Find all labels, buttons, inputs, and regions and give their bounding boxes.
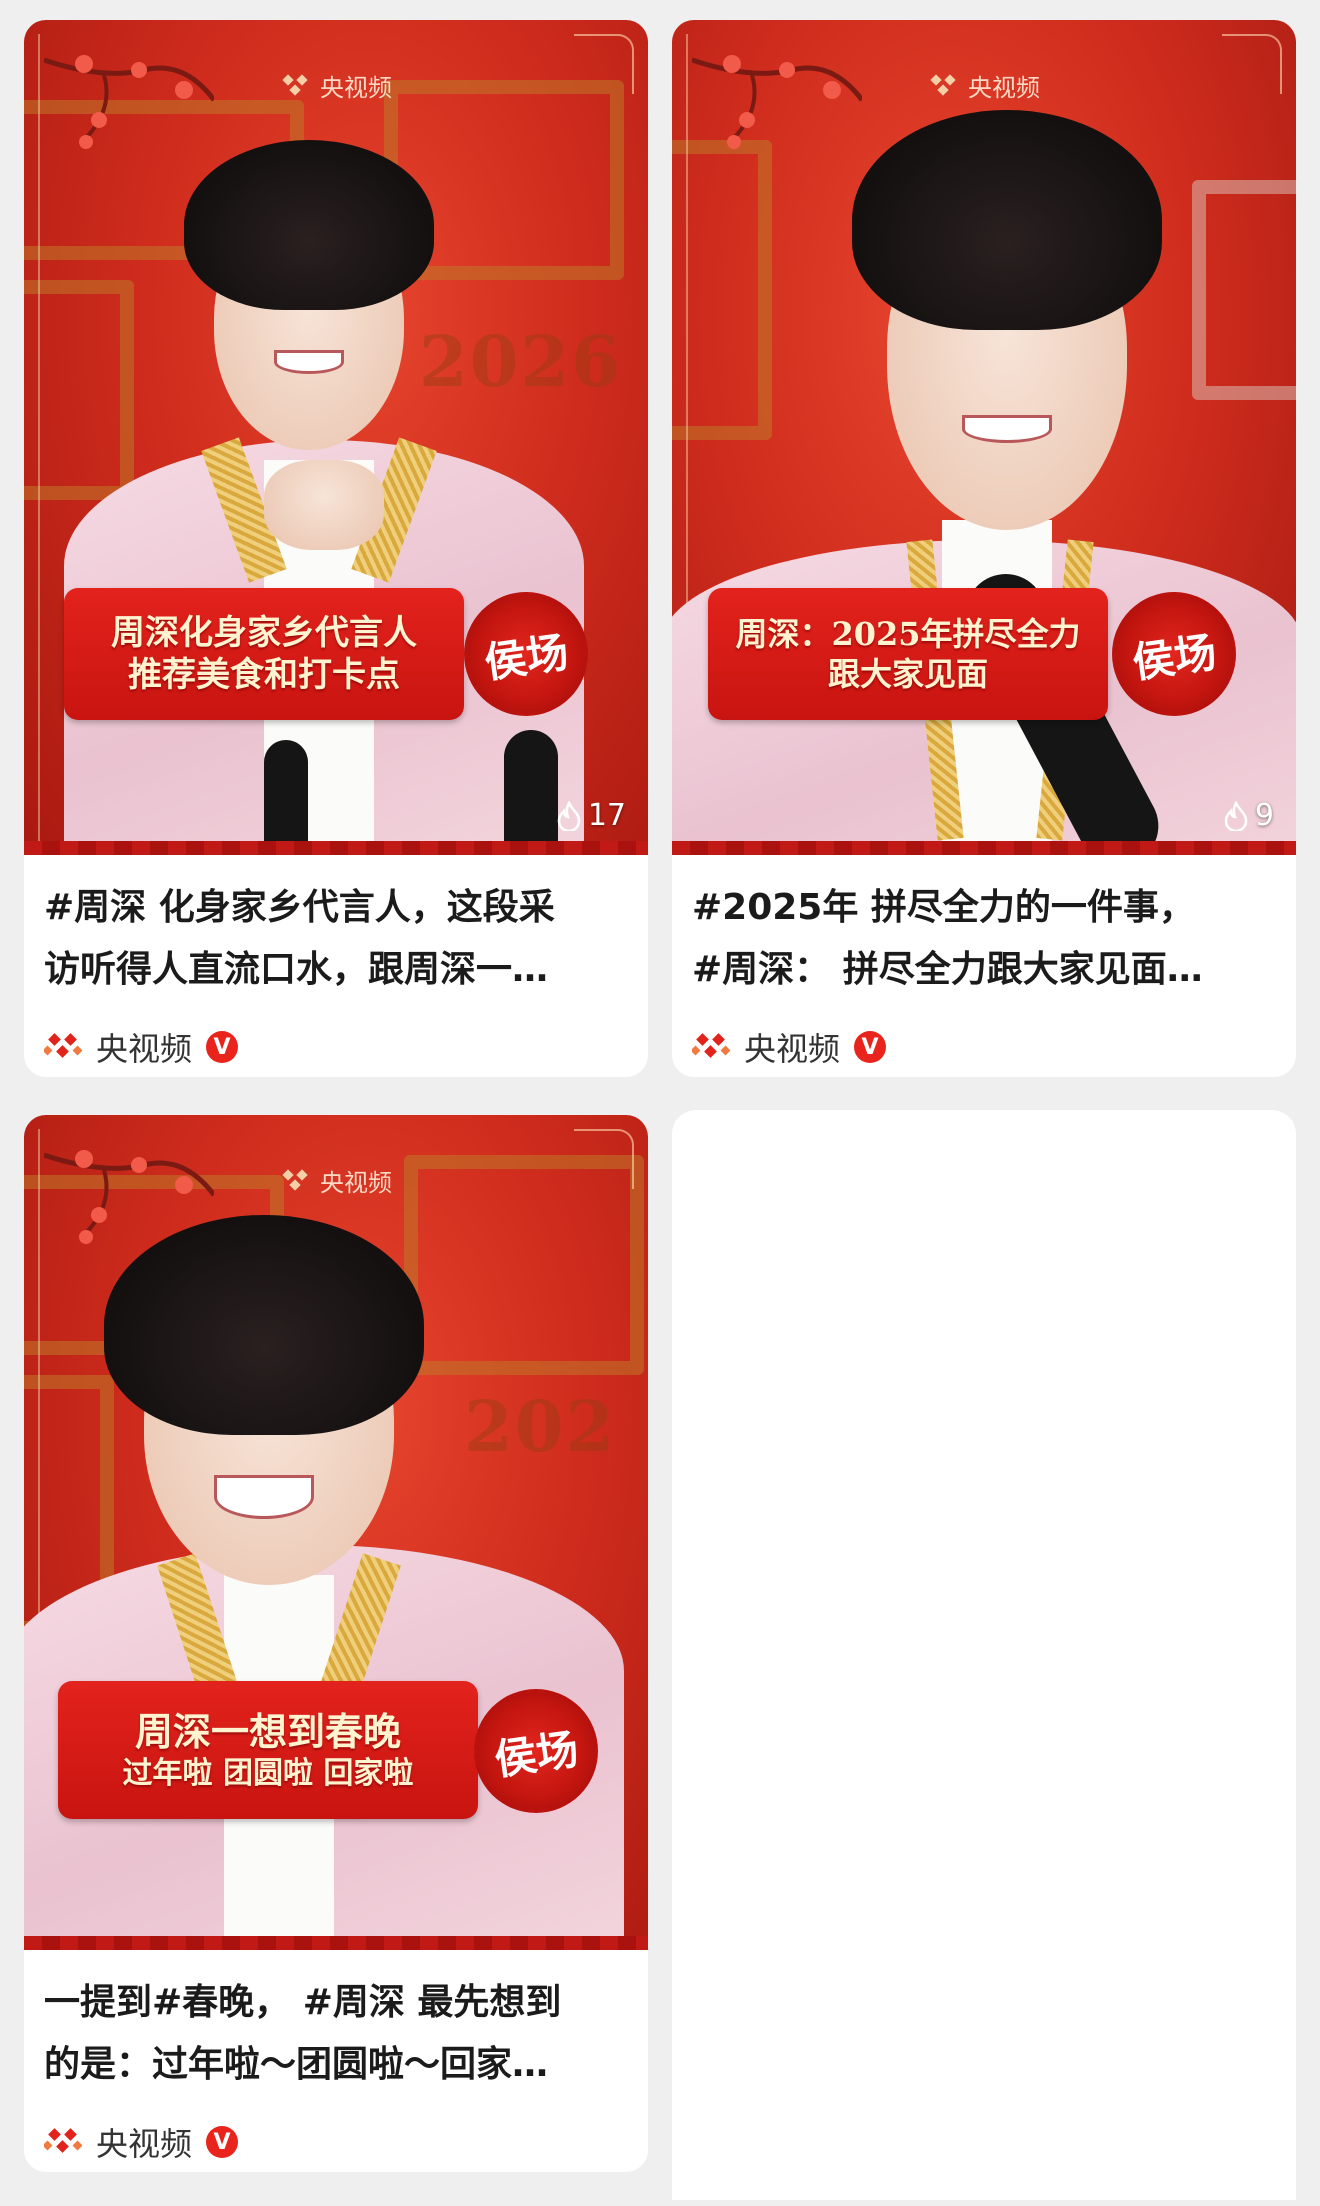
backdrop-year: 2026: [419, 320, 622, 403]
banner-line-1: 周深：2025年拼尽全力: [735, 615, 1081, 653]
decor-fret: [1192, 180, 1296, 400]
backdrop-year: 202: [464, 1385, 617, 1468]
likes-counter: 17: [556, 798, 626, 833]
title-line-1: 一提到#春晚， #周深 最先想到: [44, 1982, 562, 2023]
author-row[interactable]: 央视频 V: [44, 1017, 628, 1077]
verified-icon: V: [206, 2126, 239, 2158]
watermark-text: 央视频: [320, 1169, 392, 1197]
seal-text: 侯场: [491, 1723, 582, 1785]
seal-text: 侯场: [481, 626, 572, 688]
program-seal: 侯场: [474, 1689, 598, 1813]
program-seal: 侯场: [464, 592, 588, 716]
mouth: [962, 415, 1052, 443]
frame-line: [38, 34, 40, 841]
card-info: #周深 化身家乡代言人，这段采 访听得人直流口水，跟周深一… 央视频 V: [24, 855, 648, 1077]
author-name[interactable]: 央视频: [96, 2119, 192, 2165]
video-feed-grid: 2026 央视频 周深化身家乡代言人 推荐美食和打卡点 侯场 17 #周深 化身…: [0, 0, 1320, 2206]
cctv-logo-icon: [692, 1033, 730, 1058]
mouth: [214, 1475, 314, 1519]
hair: [184, 140, 434, 310]
video-card[interactable]: 202 央视频 周深一想到春晚 过年啦 团圆啦 回家啦 侯场 一提到#春晚， #…: [24, 1115, 648, 2172]
video-thumbnail[interactable]: 202 央视频 周深一想到春晚 过年啦 团圆啦 回家啦 侯场: [24, 1115, 648, 1950]
caption-banner: 周深一想到春晚 过年啦 团圆啦 回家啦: [58, 1681, 478, 1819]
mouth: [274, 350, 344, 374]
watermark-text: 央视频: [320, 74, 392, 102]
caption-banner: 周深：2025年拼尽全力 跟大家见面: [708, 588, 1108, 720]
video-title[interactable]: 一提到#春晚， #周深 最先想到 的是：过年啦～团圆啦～回家…: [44, 1972, 628, 2096]
cctv-watermark: 央视频: [280, 1163, 392, 1198]
banner-line-1: 周深一想到春晚: [134, 1708, 401, 1754]
hair: [852, 110, 1162, 330]
title-line-2: 访听得人直流口水，跟周深一…: [44, 949, 549, 990]
title-line-1: #2025年 拼尽全力的一件事，: [692, 887, 1195, 928]
flame-icon: [557, 800, 581, 831]
author-name[interactable]: 央视频: [744, 1024, 840, 1070]
video-title[interactable]: #周深 化身家乡代言人，这段采 访听得人直流口水，跟周深一…: [44, 877, 628, 1001]
video-card[interactable]: 2026 央视频 周深化身家乡代言人 推荐美食和打卡点 侯场 17 #周深 化身…: [24, 20, 648, 1077]
cctv-logo-icon: [282, 1168, 308, 1191]
likes-counter: 9: [1223, 798, 1274, 833]
banner-line-2: 推荐美食和打卡点: [128, 655, 400, 695]
bottom-stripe: [672, 841, 1296, 855]
title-line-2: #周深： 拼尽全力跟大家见面…: [692, 949, 1203, 990]
plum-blossom-icon: [44, 55, 214, 149]
cctv-watermark: 央视频: [280, 68, 392, 103]
hair: [104, 1215, 424, 1435]
cctv-logo-icon: [930, 73, 956, 96]
hands: [264, 460, 384, 550]
frame-corner: [1222, 34, 1282, 94]
verified-icon: V: [206, 1031, 239, 1063]
cctv-watermark: 央视频: [928, 68, 1040, 103]
video-thumbnail[interactable]: 央视频 周深：2025年拼尽全力 跟大家见面 侯场 9: [672, 20, 1296, 855]
cctv-logo-icon: [44, 2128, 82, 2153]
flame-icon: [1224, 800, 1248, 831]
watermark-text: 央视频: [968, 74, 1040, 102]
author-row[interactable]: 央视频 V: [44, 2112, 628, 2172]
decor-fret: [24, 280, 134, 500]
likes-count: 17: [587, 798, 626, 833]
microphone: [504, 730, 558, 855]
banner-line-1: 周深化身家乡代言人: [111, 612, 417, 653]
frame-corner: [574, 34, 634, 94]
banner-line-2: 跟大家见面: [827, 655, 988, 693]
video-thumbnail[interactable]: 2026 央视频 周深化身家乡代言人 推荐美食和打卡点 侯场 17: [24, 20, 648, 855]
likes-count: 9: [1254, 798, 1274, 833]
card-info: 一提到#春晚， #周深 最先想到 的是：过年啦～团圆啦～回家… 央视频 V: [24, 1950, 648, 2172]
verified-icon: V: [854, 1031, 887, 1063]
cctv-logo-icon: [44, 1033, 82, 1058]
bottom-stripe: [24, 1936, 648, 1950]
plum-blossom-icon: [692, 55, 862, 149]
author-name[interactable]: 央视频: [96, 1024, 192, 1070]
bottom-stripe: [24, 841, 648, 855]
banner-line-2: 过年啦 团圆啦 回家啦: [122, 1756, 414, 1791]
title-line-2: 的是：过年啦～团圆啦～回家…: [44, 2044, 549, 2085]
cctv-logo-icon: [282, 73, 308, 96]
microphone: [264, 740, 308, 855]
author-row[interactable]: 央视频 V: [692, 1017, 1276, 1077]
caption-banner: 周深化身家乡代言人 推荐美食和打卡点: [64, 588, 464, 720]
video-card[interactable]: 央视频 周深：2025年拼尽全力 跟大家见面 侯场 9 #2025年 拼尽全力的…: [672, 20, 1296, 1077]
empty-card-area: [672, 1110, 1296, 2200]
seal-text: 侯场: [1129, 626, 1220, 688]
video-title[interactable]: #2025年 拼尽全力的一件事， #周深： 拼尽全力跟大家见面…: [692, 877, 1276, 1001]
frame-corner: [574, 1129, 634, 1189]
program-seal: 侯场: [1112, 592, 1236, 716]
title-line-1: #周深 化身家乡代言人，这段采: [44, 887, 555, 928]
card-info: #2025年 拼尽全力的一件事， #周深： 拼尽全力跟大家见面… 央视频 V: [672, 855, 1296, 1077]
